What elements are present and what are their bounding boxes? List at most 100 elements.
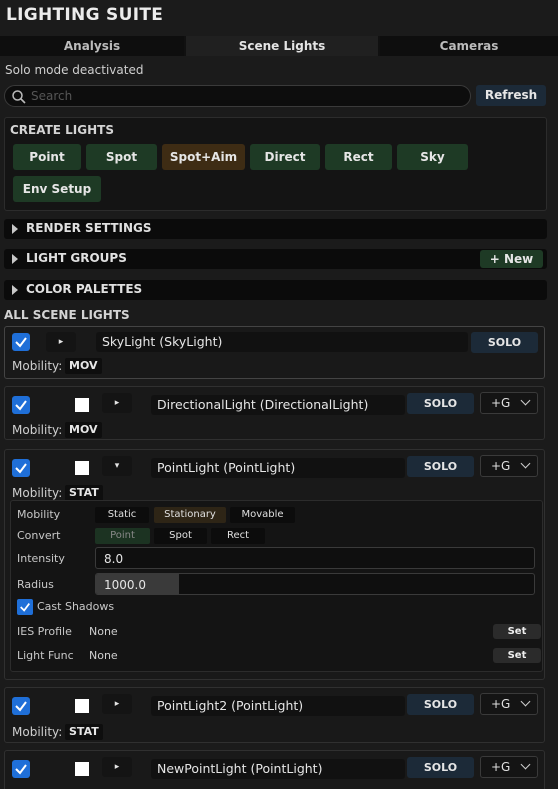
expand-arrow-icon <box>12 285 18 295</box>
mobility-movable-option[interactable]: Movable <box>230 507 295 523</box>
mobility-badge: MOV <box>65 422 102 438</box>
new-group-button[interactable]: + New <box>480 250 543 268</box>
solo-button[interactable]: SOLO <box>471 332 538 353</box>
light-details-panel: Mobility Static Stationary Movable Conve… <box>10 500 543 672</box>
light-groups-label: LIGHT GROUPS <box>26 251 127 265</box>
env-setup-button[interactable]: Env Setup <box>13 176 101 202</box>
chevron-down-icon <box>520 759 531 770</box>
light-color-swatch[interactable] <box>75 461 89 475</box>
solo-button[interactable]: SOLO <box>407 393 474 414</box>
light-name[interactable]: PointLight2 (PointLight) <box>151 696 405 716</box>
light-color-swatch[interactable] <box>75 699 89 713</box>
expand-arrow-icon <box>12 254 18 264</box>
ies-profile-label: IES Profile <box>17 625 72 638</box>
convert-rect-option[interactable]: Rect <box>211 528 265 544</box>
collapse-toggle[interactable]: ▾ <box>102 456 132 476</box>
light-groups-header[interactable]: LIGHT GROUPS + New <box>4 249 547 269</box>
add-to-group-dropdown[interactable]: +G <box>480 392 538 414</box>
app-title: LIGHTING SUITE <box>6 5 164 25</box>
checkmark-icon <box>15 400 27 411</box>
checkmark-icon <box>15 701 27 712</box>
light-card-directional: ▸ DirectionalLight (DirectionalLight) SO… <box>4 386 545 440</box>
chevron-down-icon <box>520 696 531 707</box>
light-name[interactable]: SkyLight (SkyLight) <box>96 332 468 352</box>
solo-status-text: Solo mode deactivated <box>5 63 144 77</box>
mobility-label: Mobility: <box>12 423 63 437</box>
add-to-group-label: +G <box>491 760 511 774</box>
radius-slider[interactable]: 1000.0 <box>95 573 535 595</box>
expand-toggle[interactable]: ▸ <box>102 757 132 777</box>
all-scene-lights-title: ALL SCENE LIGHTS <box>4 308 130 322</box>
convert-spot-option[interactable]: Spot <box>154 528 207 544</box>
convert-point-option[interactable]: Point <box>95 528 150 544</box>
checkmark-icon <box>15 463 27 474</box>
light-card-newpointlight: ▸ NewPointLight (PointLight) SOLO +G <box>4 750 545 789</box>
intensity-label: Intensity <box>17 552 65 565</box>
light-name[interactable]: DirectionalLight (DirectionalLight) <box>151 395 405 415</box>
create-lights-panel: CREATE LIGHTS Point Spot Spot+Aim Direct… <box>4 117 547 211</box>
ies-set-button[interactable]: Set <box>493 624 541 639</box>
search-input[interactable] <box>31 87 461 105</box>
light-card-pointlight: ▾ PointLight (PointLight) SOLO +G Mobili… <box>4 449 545 680</box>
checkmark-icon <box>20 603 30 612</box>
color-palettes-header[interactable]: COLOR PALETTES <box>4 280 547 300</box>
create-spot-aim-button[interactable]: Spot+Aim <box>162 144 245 170</box>
render-settings-label: RENDER SETTINGS <box>26 221 152 235</box>
mobility-badge: MOV <box>65 358 102 374</box>
light-name[interactable]: PointLight (PointLight) <box>151 458 405 478</box>
add-to-group-label: +G <box>491 396 511 410</box>
light-enabled-checkbox[interactable] <box>12 459 30 477</box>
checkmark-icon <box>15 337 27 348</box>
ies-profile-value: None <box>89 625 118 638</box>
mobility-static-option[interactable]: Static <box>95 507 149 523</box>
create-point-button[interactable]: Point <box>13 144 81 170</box>
light-func-set-button[interactable]: Set <box>493 648 541 663</box>
create-sky-button[interactable]: Sky <box>397 144 468 170</box>
light-color-swatch[interactable] <box>75 398 89 412</box>
expand-toggle[interactable]: ▸ <box>102 393 132 413</box>
tab-bar: Analysis Scene Lights Cameras <box>0 36 558 56</box>
refresh-button[interactable]: Refresh <box>476 85 546 106</box>
solo-button[interactable]: SOLO <box>407 757 474 778</box>
light-enabled-checkbox[interactable] <box>12 760 30 778</box>
tab-analysis[interactable]: Analysis <box>0 36 184 56</box>
color-palettes-label: COLOR PALETTES <box>26 282 143 296</box>
mobility-badge: STAT <box>65 724 103 740</box>
create-rect-button[interactable]: Rect <box>325 144 392 170</box>
light-func-value: None <box>89 649 118 662</box>
light-name[interactable]: NewPointLight (PointLight) <box>151 759 405 779</box>
expand-toggle[interactable]: ▸ <box>46 332 76 352</box>
light-func-label: Light Func <box>17 649 74 662</box>
add-to-group-label: +G <box>491 459 511 473</box>
add-to-group-dropdown[interactable]: +G <box>480 693 538 715</box>
light-color-swatch[interactable] <box>75 762 89 776</box>
light-card-skylight: ▸ SkyLight (SkyLight) SOLO Mobility: MOV <box>4 326 545 379</box>
expand-arrow-icon <box>12 224 18 234</box>
tab-cameras[interactable]: Cameras <box>380 36 558 56</box>
expand-toggle[interactable]: ▸ <box>102 694 132 714</box>
create-direct-button[interactable]: Direct <box>250 144 320 170</box>
add-to-group-label: +G <box>491 697 511 711</box>
light-enabled-checkbox[interactable] <box>12 333 30 351</box>
render-settings-header[interactable]: RENDER SETTINGS <box>4 219 547 239</box>
solo-button[interactable]: SOLO <box>407 694 474 715</box>
mobility-stationary-option[interactable]: Stationary <box>154 507 226 523</box>
checkmark-icon <box>15 764 27 775</box>
mobility-label: Mobility: <box>12 359 63 373</box>
mobility-label: Mobility: <box>12 725 63 739</box>
add-to-group-dropdown[interactable]: +G <box>480 455 538 477</box>
intensity-field[interactable]: 8.0 <box>95 547 535 569</box>
tab-scene-lights[interactable]: Scene Lights <box>186 36 378 56</box>
search-box <box>4 85 471 107</box>
light-enabled-checkbox[interactable] <box>12 396 30 414</box>
cast-shadows-checkbox[interactable] <box>17 599 33 615</box>
add-to-group-dropdown[interactable]: +G <box>480 756 538 778</box>
create-lights-title: CREATE LIGHTS <box>10 123 114 137</box>
light-enabled-checkbox[interactable] <box>12 697 30 715</box>
search-icon <box>12 90 26 104</box>
convert-row-label: Convert <box>17 529 61 542</box>
create-spot-button[interactable]: Spot <box>86 144 157 170</box>
solo-button[interactable]: SOLO <box>407 456 474 477</box>
chevron-down-icon <box>520 395 531 406</box>
chevron-down-icon <box>520 458 531 469</box>
